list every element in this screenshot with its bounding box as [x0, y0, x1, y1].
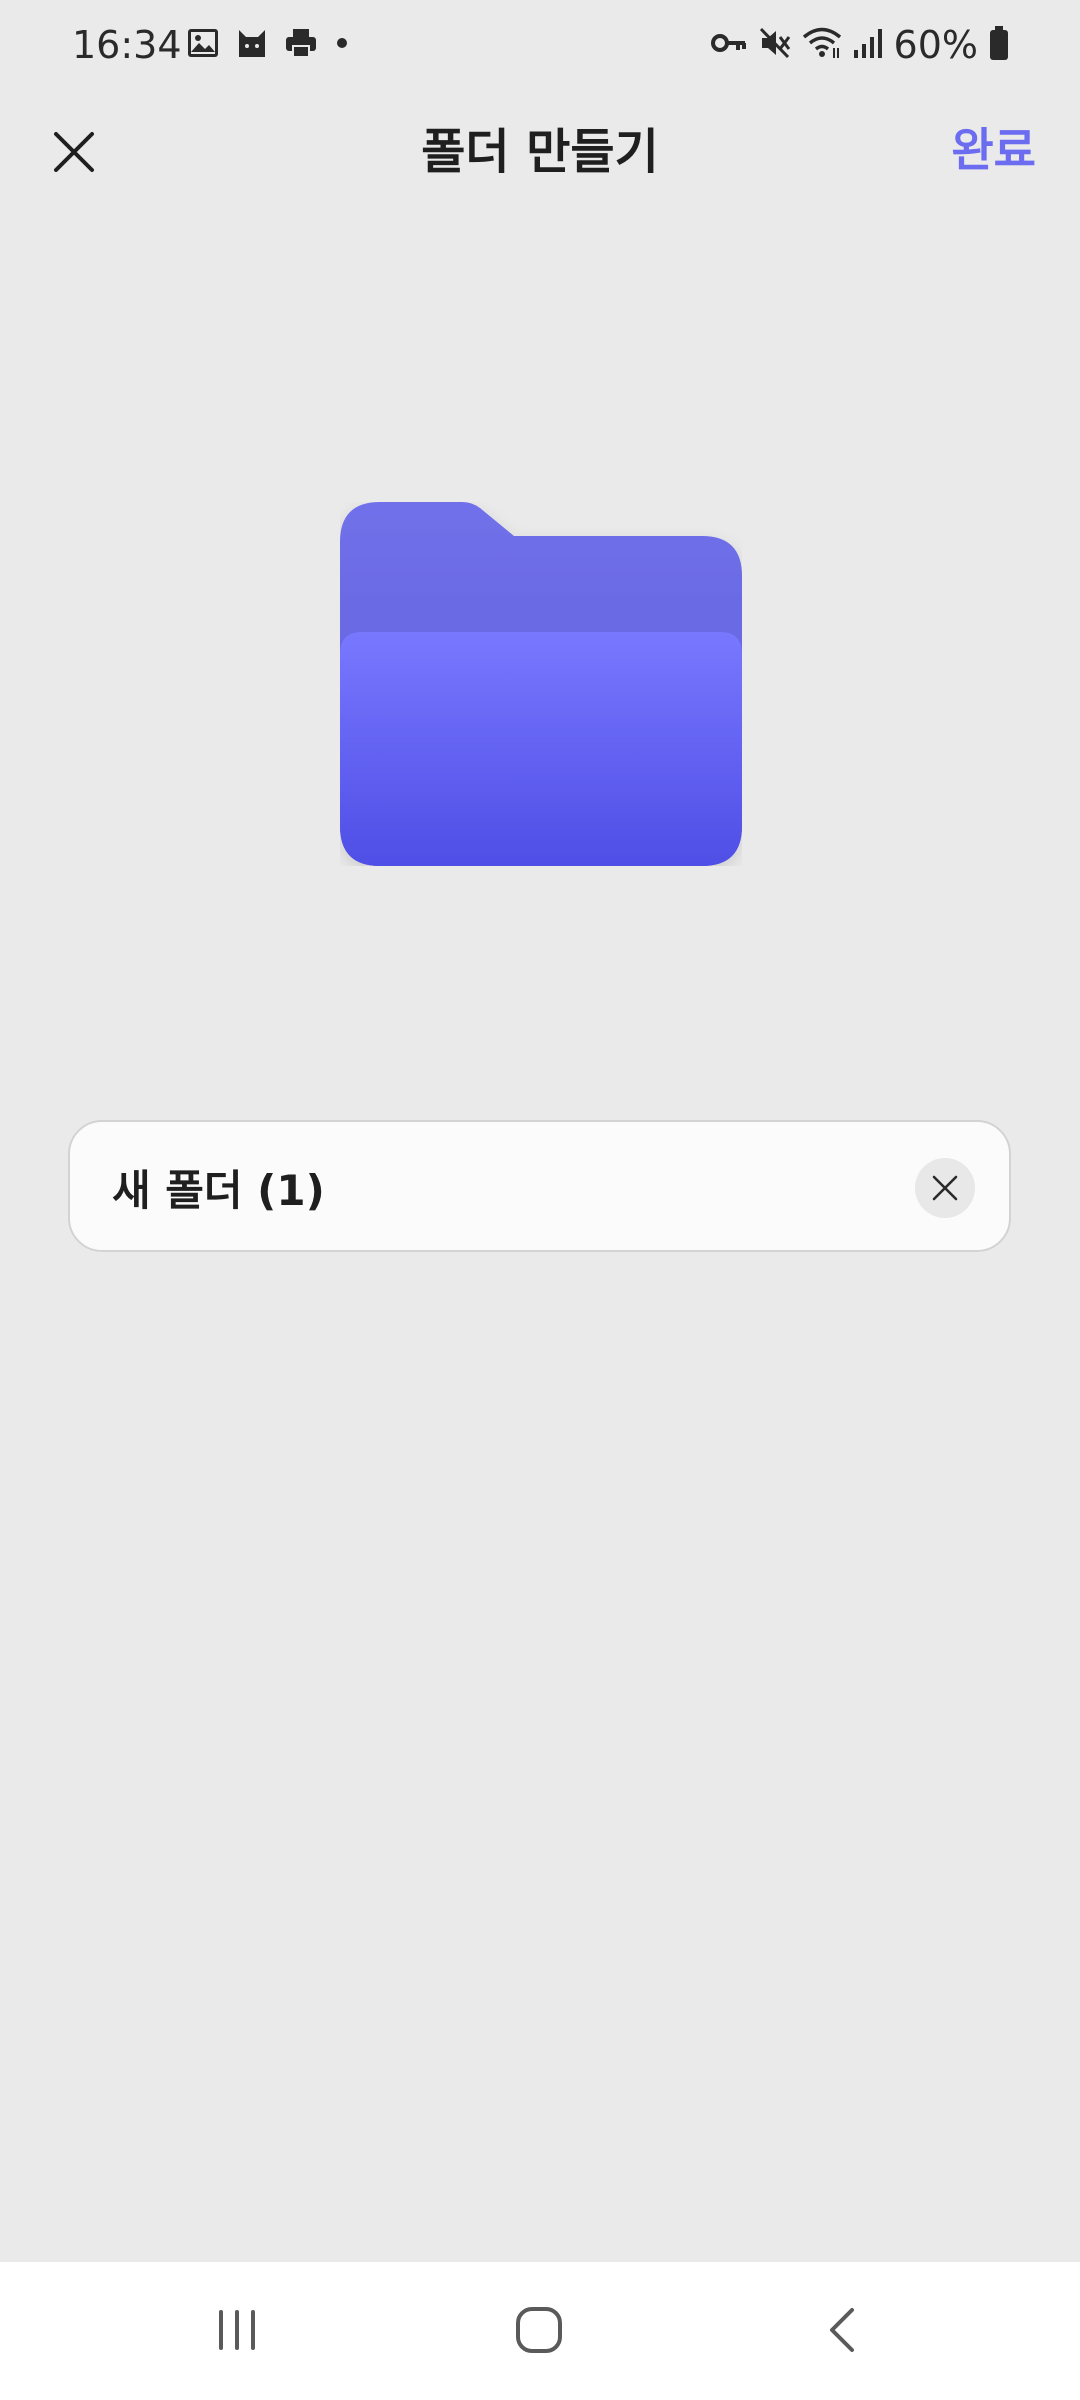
app-bar: 폴더 만들기 완료 [0, 100, 1080, 204]
folder-name-input[interactable] [112, 1154, 892, 1220]
gallery-icon [186, 26, 220, 60]
home-button[interactable] [479, 2290, 599, 2370]
mute-icon [758, 26, 792, 64]
dot-icon [334, 26, 350, 60]
page-title: 폴더 만들기 [421, 124, 659, 180]
folder-name-field[interactable] [68, 1120, 1011, 1252]
clear-text-button[interactable] [915, 1158, 975, 1218]
clear-icon [932, 1175, 958, 1201]
status-bar: 16:34 60% [0, 0, 1080, 90]
status-time: 16:34 [72, 23, 182, 67]
back-button[interactable] [781, 2290, 901, 2370]
folder-icon [340, 502, 742, 866]
recent-apps-icon [219, 2310, 255, 2350]
navigation-bar [0, 2262, 1080, 2400]
done-button[interactable]: 완료 [951, 120, 1036, 180]
signal-icon [852, 26, 884, 64]
home-icon [516, 2307, 562, 2353]
vpn-key-icon [710, 28, 748, 62]
status-left-icons [186, 26, 350, 60]
status-right-icons: 60% [710, 22, 1010, 68]
battery-percent: 60% [893, 23, 978, 67]
wifi-icon [802, 26, 842, 64]
recent-apps-button[interactable] [177, 2290, 297, 2370]
print-icon [284, 26, 318, 60]
back-icon [830, 2308, 854, 2352]
battery-icon [988, 25, 1010, 65]
cat-app-icon [236, 26, 268, 60]
